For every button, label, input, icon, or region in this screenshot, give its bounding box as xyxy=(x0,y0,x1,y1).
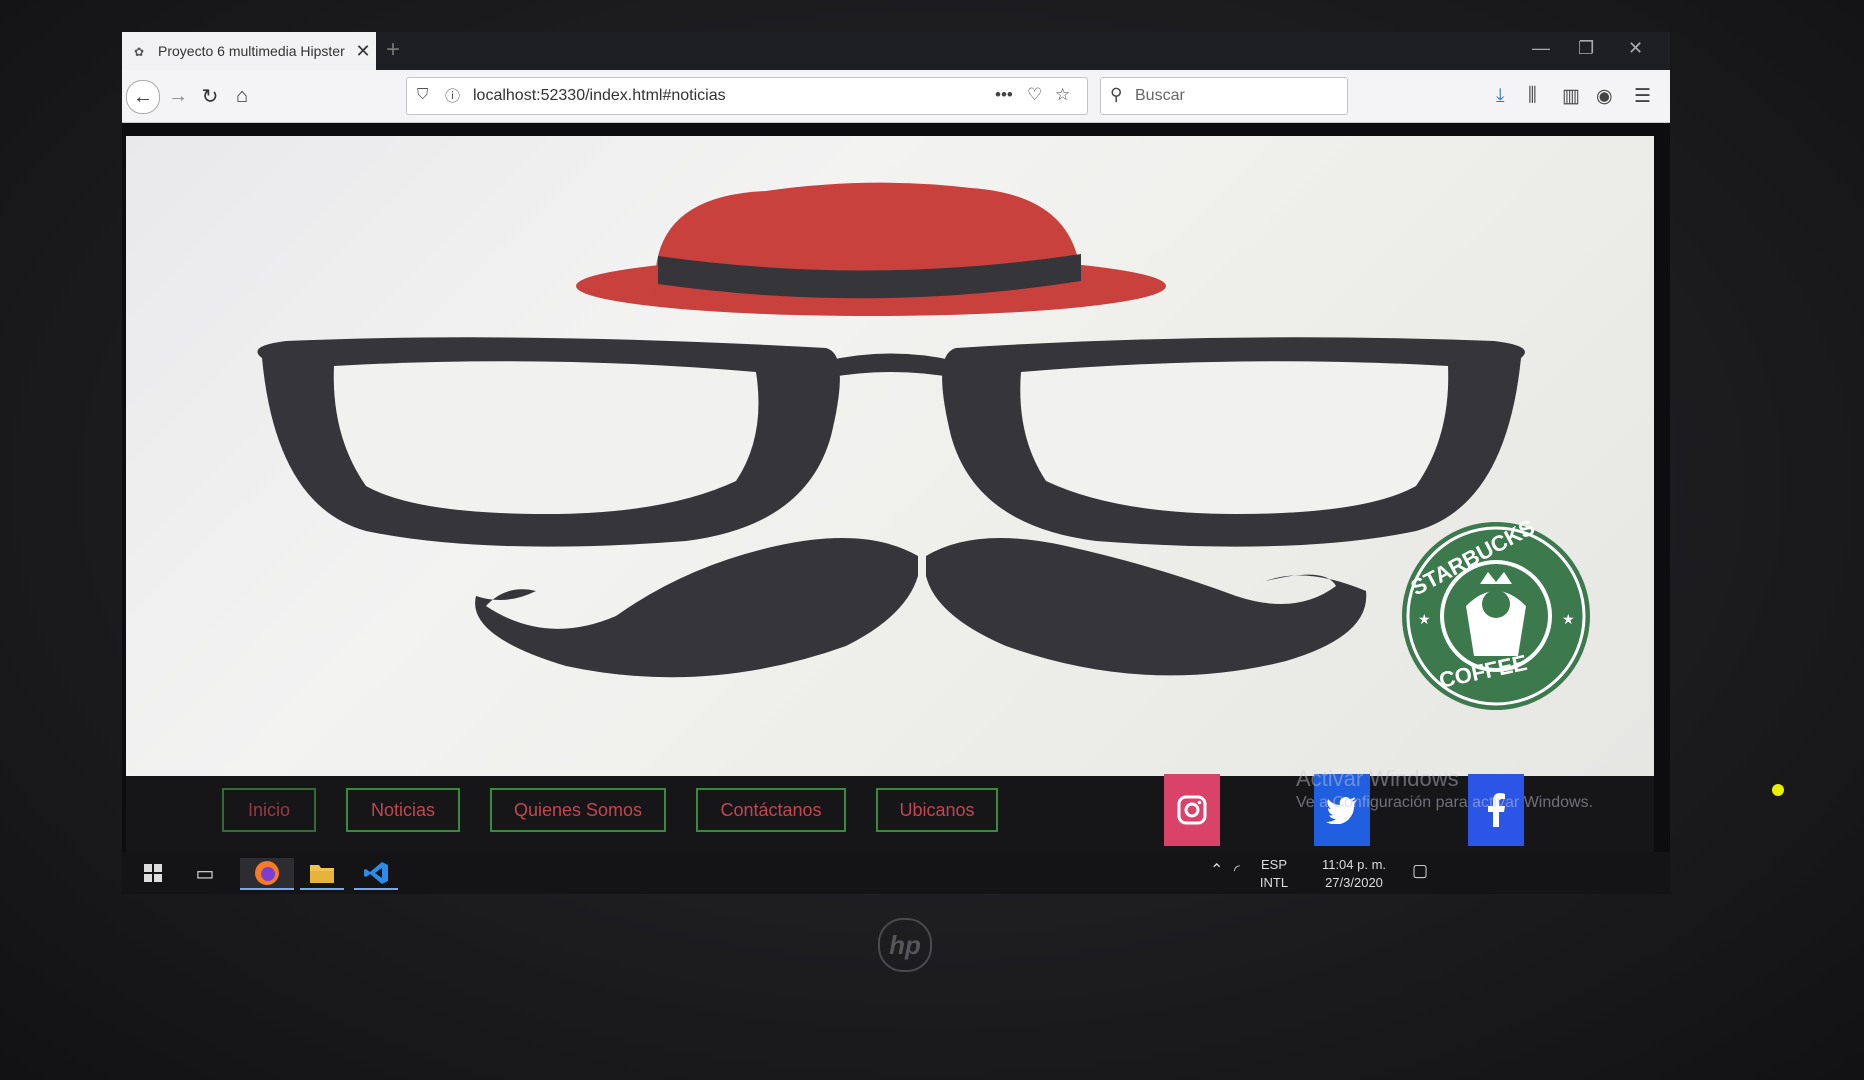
hat-icon xyxy=(576,182,1166,316)
firefox-taskbar-icon[interactable] xyxy=(240,858,294,890)
browser-toolbar: ← → ↻ ⌂ ⛉ ⓘ localhost:52330/index.html#n… xyxy=(122,70,1670,123)
account-icon[interactable]: ◉ xyxy=(1596,85,1613,108)
nav-link-inicio[interactable]: Inicio xyxy=(222,788,316,832)
search-box[interactable]: ⚲ Buscar xyxy=(1100,77,1348,115)
windows-start-icon[interactable] xyxy=(138,858,168,888)
minimize-icon[interactable]: — xyxy=(1532,38,1550,59)
clock-date: 27/3/2020 xyxy=(1325,875,1383,890)
bookmark-star-icon[interactable]: ☆ xyxy=(1055,85,1070,105)
clock[interactable]: 11:04 p. m. 27/3/2020 xyxy=(1302,856,1406,892)
windows-activation-subtitle: Ve a Configuración para activar Windows. xyxy=(1296,794,1594,811)
url-text[interactable]: localhost:52330/index.html#noticias xyxy=(473,87,726,105)
nav-link-contactanos[interactable]: Contáctanos xyxy=(696,788,846,832)
tab-favicon-icon: ✿ xyxy=(134,45,145,59)
tray-expand-icon[interactable]: ⌃ xyxy=(1210,862,1223,880)
library-icon[interactable]: ⫼ xyxy=(1528,85,1537,107)
reload-button[interactable]: ↻ xyxy=(194,80,226,112)
site-info-icon[interactable]: ⓘ xyxy=(445,85,460,106)
language-indicator[interactable]: ESP INTL xyxy=(1254,856,1294,892)
downloads-icon[interactable]: ⤓ xyxy=(1496,85,1504,107)
svg-text:★: ★ xyxy=(1562,612,1575,628)
back-button[interactable]: ← xyxy=(126,80,160,114)
sidebar-icon[interactable]: ▥ xyxy=(1562,85,1580,108)
tab-close-icon[interactable]: ✕ xyxy=(350,41,376,62)
power-led xyxy=(1772,784,1784,796)
nav-link-noticias[interactable]: Noticias xyxy=(346,788,460,832)
file-explorer-icon[interactable] xyxy=(300,858,344,890)
glasses-icon xyxy=(257,337,1525,547)
windows-taskbar: ▭ ⌃ ◜ ESP INTL 11:04 p. m. 27/3/2020 ▢ xyxy=(122,852,1670,894)
close-window-icon[interactable]: ✕ xyxy=(1628,38,1643,59)
windows-activation-title: Activar Windows xyxy=(1296,766,1459,791)
keyboard-layout: INTL xyxy=(1259,875,1289,890)
page-actions-icon[interactable]: ••• xyxy=(995,85,1013,105)
search-icon: ⚲ xyxy=(1110,85,1123,104)
clock-time: 11:04 p. m. xyxy=(1321,857,1387,872)
svg-text:★: ★ xyxy=(1418,612,1431,628)
url-bar[interactable]: ⛉ ⓘ localhost:52330/index.html#noticias … xyxy=(406,77,1088,115)
nav-link-quienes-somos[interactable]: Quienes Somos xyxy=(490,788,666,832)
starbucks-logo: STARBUCKS COFFEE ★ ★ xyxy=(1402,514,1590,710)
home-button[interactable]: ⌂ xyxy=(226,80,258,112)
browser-tab-active[interactable]: ✿ Proyecto 6 multimedia Hipster ✕ xyxy=(122,32,376,70)
forward-button[interactable]: → xyxy=(162,80,194,112)
search-placeholder: Buscar xyxy=(1135,87,1185,104)
instagram-icon[interactable] xyxy=(1164,774,1220,846)
nav-link-ubicanos[interactable]: Ubicanos xyxy=(876,788,998,832)
mustache-icon xyxy=(475,538,1367,678)
laptop-screen: ✿ Proyecto 6 multimedia Hipster ✕ + — ❐ … xyxy=(122,32,1670,894)
tracking-shield-icon[interactable]: ⛉ xyxy=(417,86,428,103)
page-hero: STARBUCKS COFFEE ★ ★ xyxy=(126,136,1654,776)
page-footer-nav: Inicio Noticias Quienes Somos Contáctano… xyxy=(126,766,1654,852)
wifi-icon[interactable]: ◜ xyxy=(1234,862,1240,880)
hipster-illustration: STARBUCKS COFFEE ★ ★ xyxy=(257,182,1590,710)
tab-title: Proyecto 6 multimedia Hipster xyxy=(158,43,345,59)
pocket-icon[interactable]: ♡ xyxy=(1027,85,1042,105)
hp-logo: hp xyxy=(878,918,932,972)
task-view-icon[interactable]: ▭ xyxy=(188,858,222,888)
browser-tab-bar: ✿ Proyecto 6 multimedia Hipster ✕ + — ❐ … xyxy=(122,32,1670,70)
vscode-icon[interactable] xyxy=(354,858,398,890)
menu-icon[interactable]: ☰ xyxy=(1634,85,1651,108)
restore-icon[interactable]: ❐ xyxy=(1578,38,1594,59)
language-code: ESP xyxy=(1260,857,1287,872)
notifications-icon[interactable]: ▢ xyxy=(1412,862,1428,880)
new-tab-button[interactable]: + xyxy=(386,36,400,64)
